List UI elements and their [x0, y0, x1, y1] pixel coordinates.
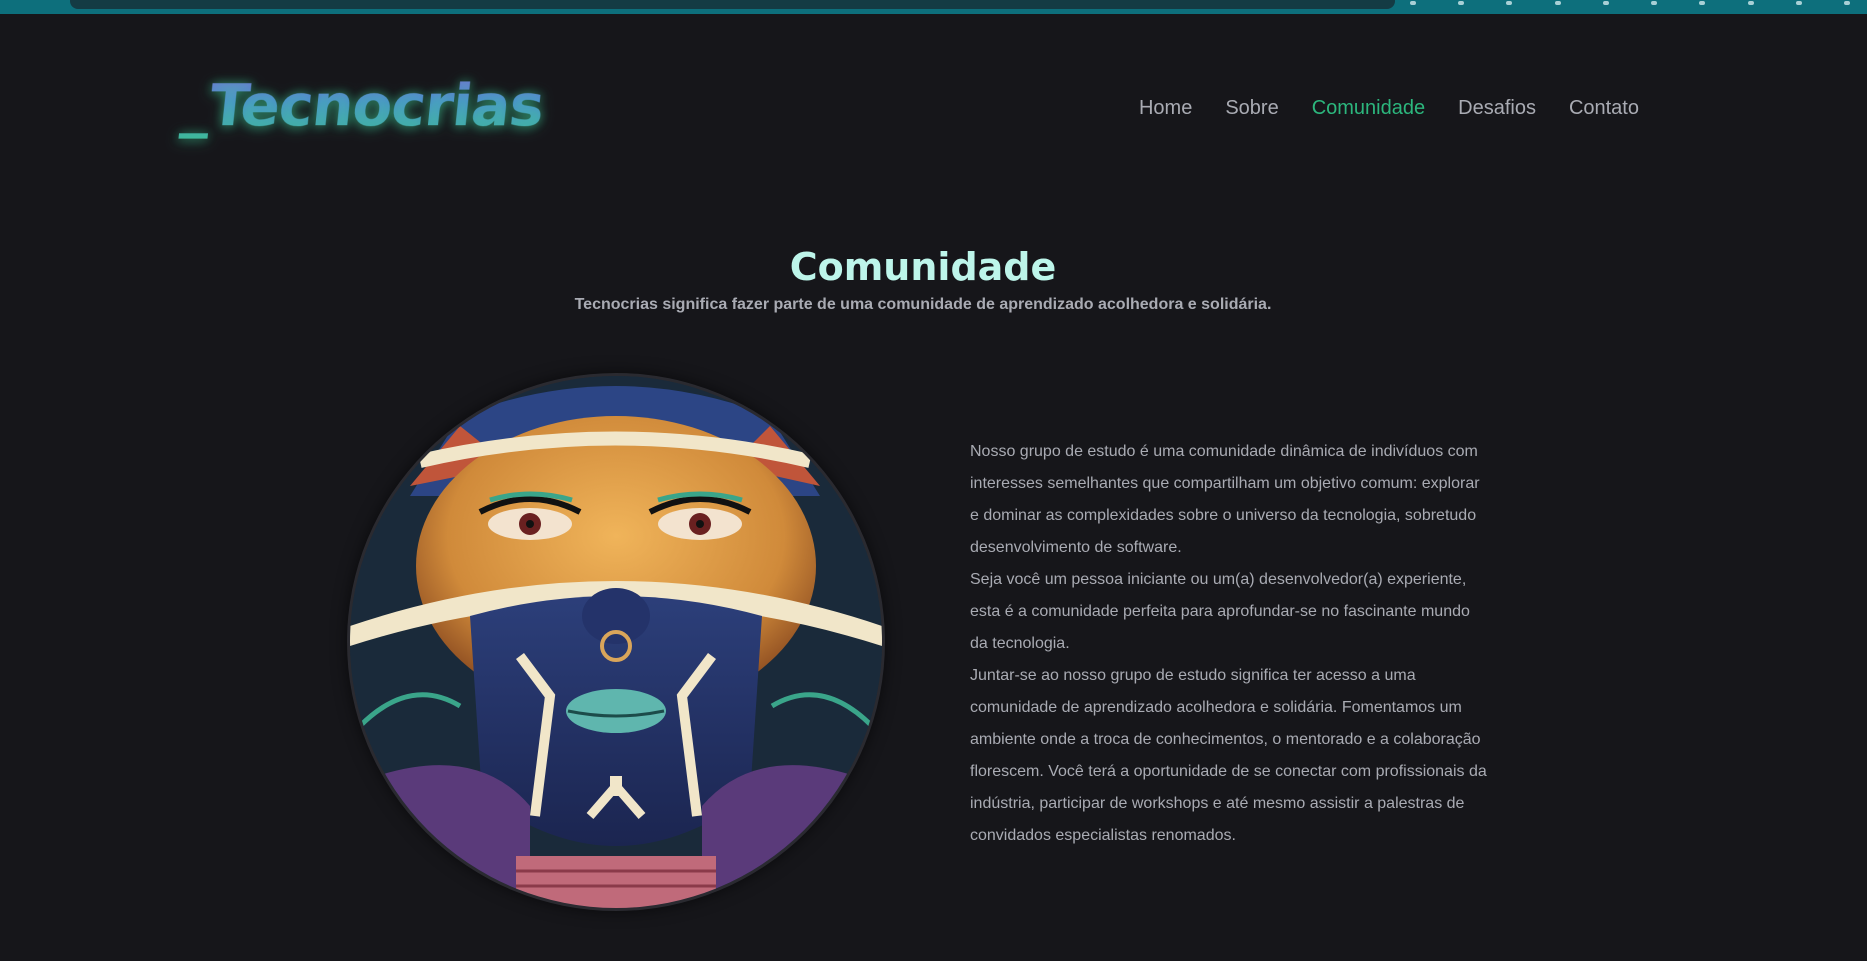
address-bar[interactable]: [70, 0, 1395, 9]
browser-toolbar: [0, 0, 1867, 14]
nav-item-contato[interactable]: Contato: [1569, 96, 1639, 120]
browser-extension-icons: [1410, 1, 1850, 7]
nav-item-desafios[interactable]: Desafios: [1458, 96, 1536, 120]
extension-icon[interactable]: [1795, 1, 1802, 5]
extension-icon[interactable]: [1651, 1, 1658, 5]
portrait-illustration: [350, 376, 882, 908]
extension-icon[interactable]: [1843, 1, 1850, 5]
extension-icon[interactable]: [1602, 1, 1609, 5]
portrait-illustration-icon: [350, 376, 882, 908]
extension-icon[interactable]: [1747, 1, 1754, 5]
extension-icon[interactable]: [1458, 1, 1465, 5]
nav-item-sobre[interactable]: Sobre: [1225, 96, 1278, 120]
about-paragraph-3: Juntar-se ao nosso grupo de estudo signi…: [970, 667, 1487, 844]
nav-item-comunidade[interactable]: Comunidade: [1312, 96, 1425, 120]
site-logo[interactable]: _Tecnocrias: [178, 70, 547, 140]
extension-icon[interactable]: [1699, 1, 1706, 5]
about-paragraph-2: Seja você um pessoa iniciante ou um(a) d…: [970, 571, 1470, 652]
main-nav: Home Sobre Comunidade Desafios Contato: [1139, 96, 1639, 120]
about-text: Nosso grupo de estudo é uma comunidade d…: [970, 436, 1490, 852]
extension-icon[interactable]: [1410, 1, 1416, 5]
extension-icon[interactable]: [1554, 1, 1561, 5]
extension-icon[interactable]: [1506, 1, 1513, 5]
about-paragraph-1: Nosso grupo de estudo é uma comunidade d…: [970, 443, 1480, 556]
nav-item-home[interactable]: Home: [1139, 96, 1192, 120]
section-subtitle: Tecnocrias significa fazer parte de uma …: [574, 296, 1272, 313]
site-header: _Tecnocrias Home Sobre Comunidade Desafi…: [0, 14, 1867, 164]
section-title: Comunidade: [789, 245, 1057, 289]
